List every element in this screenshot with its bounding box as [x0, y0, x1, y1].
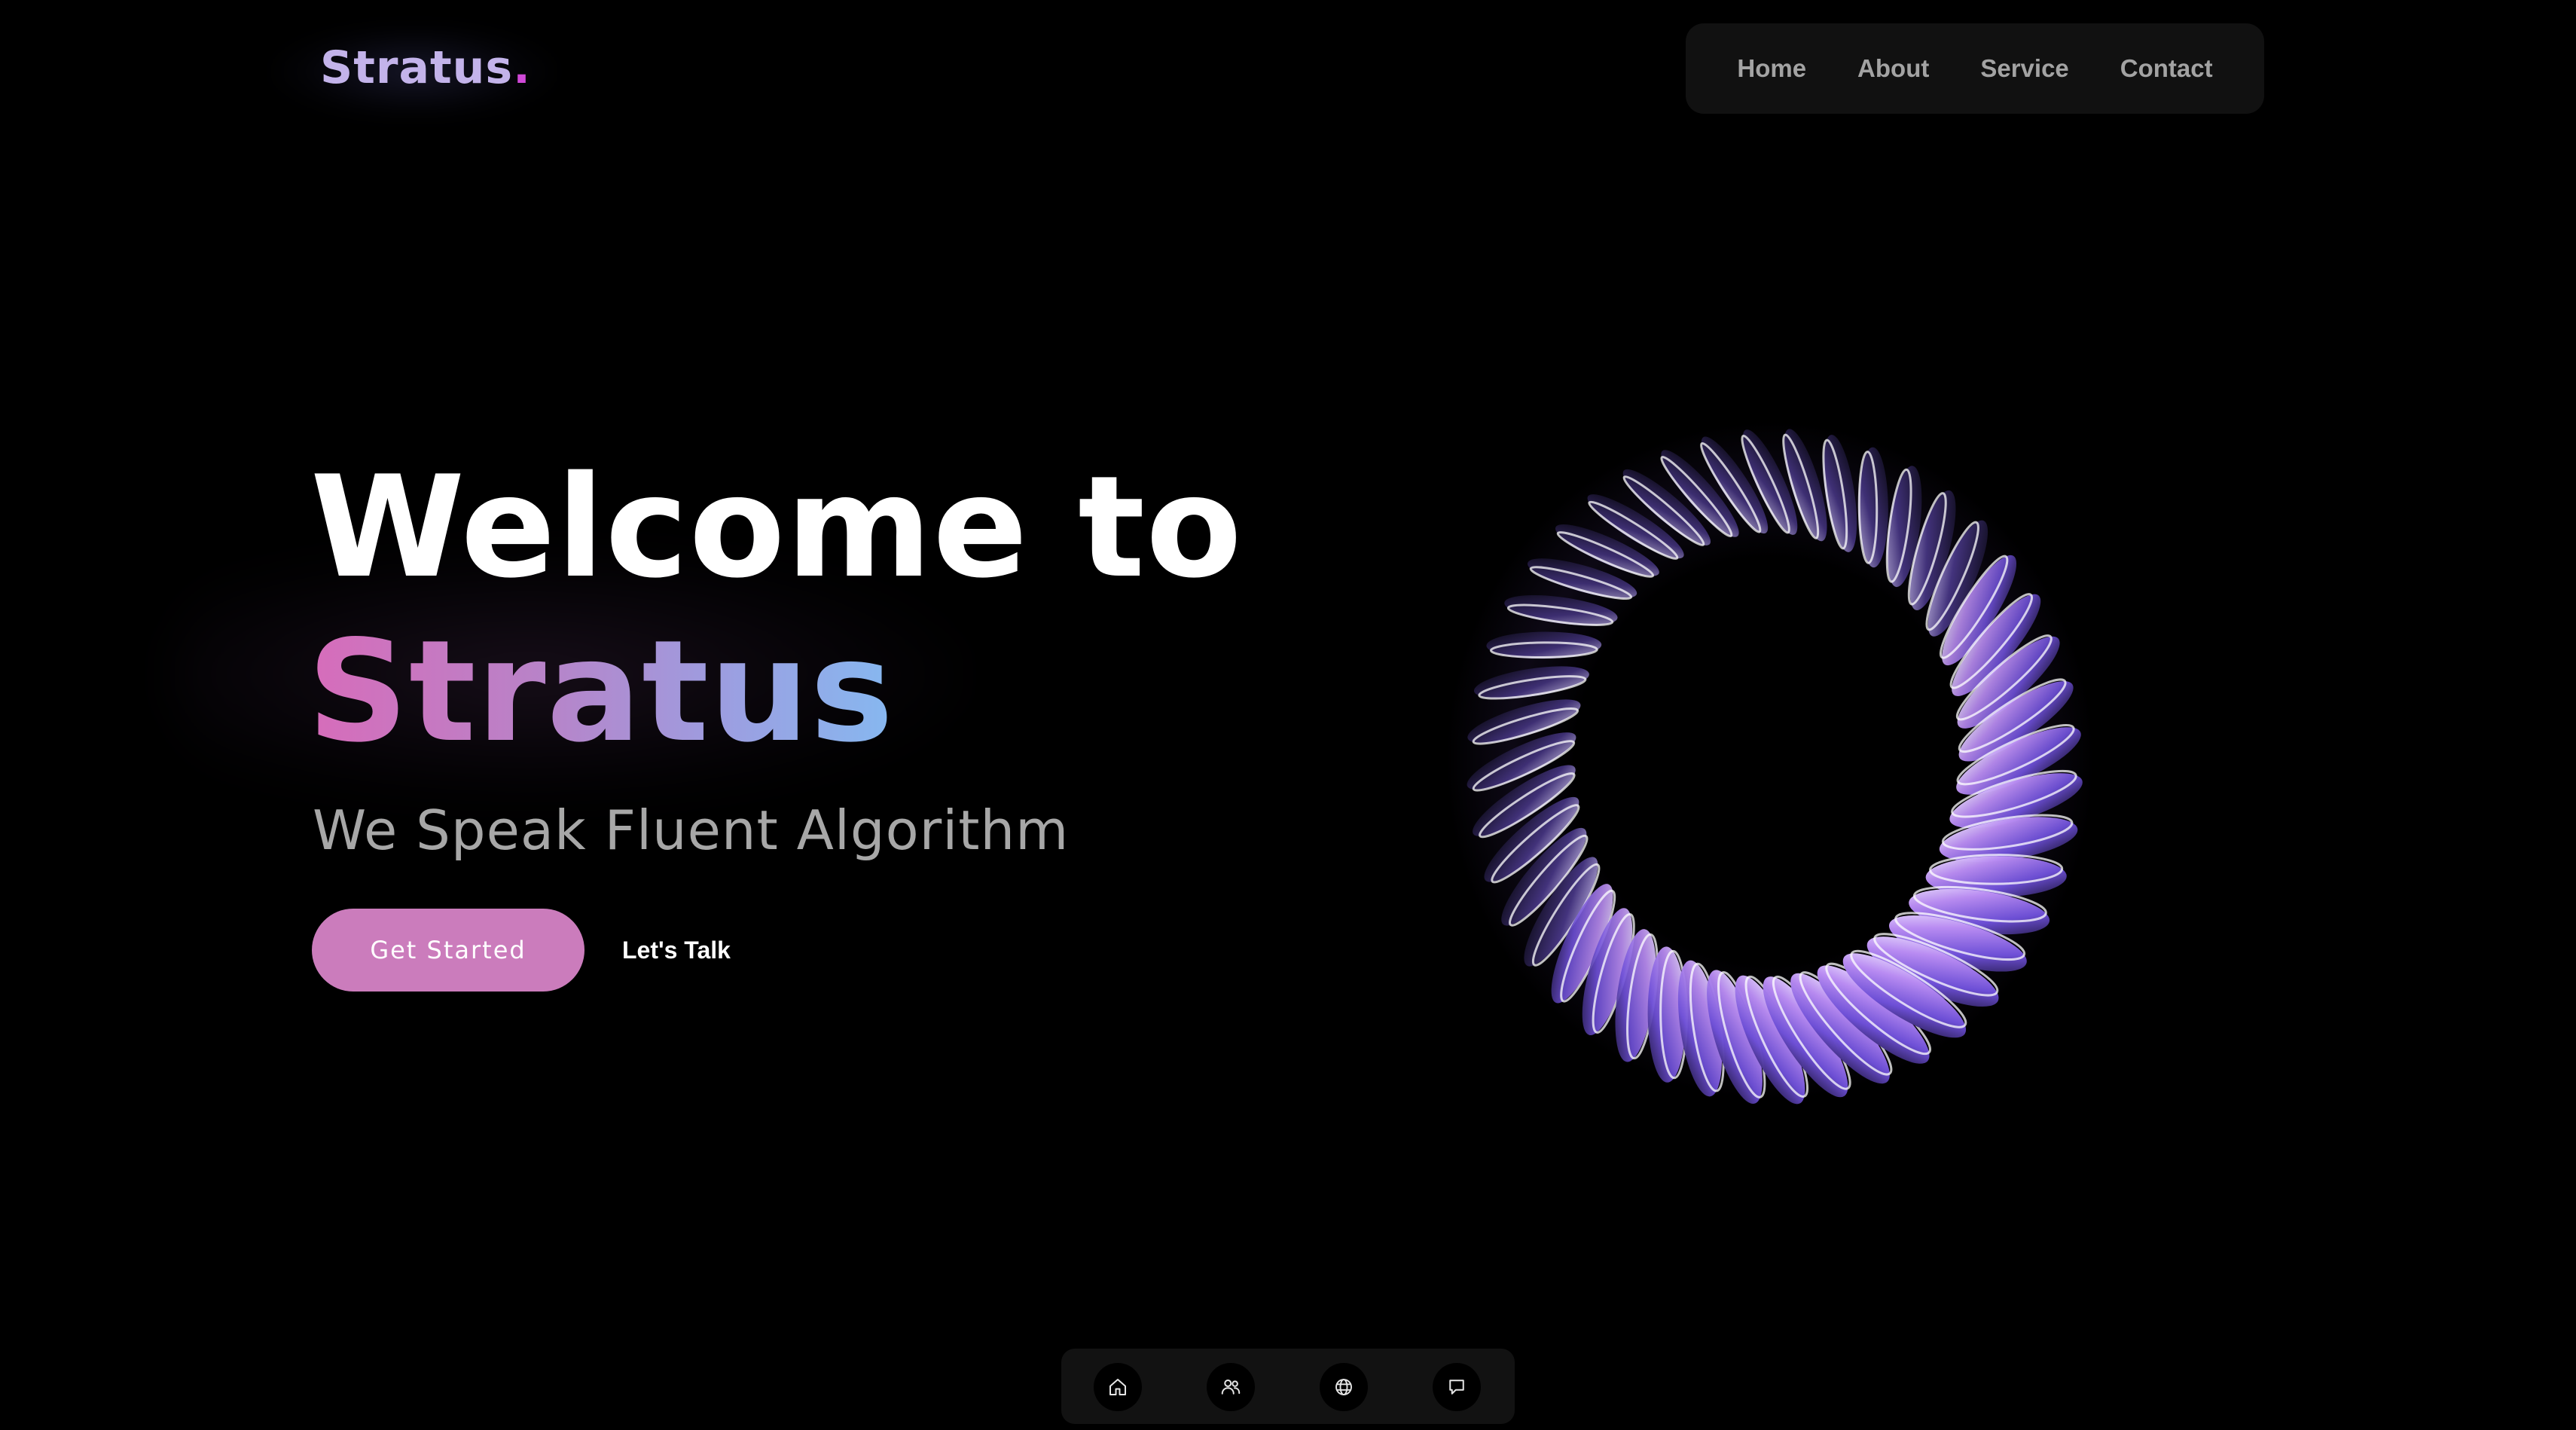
top-nav: Home About Service Contact [1686, 23, 2264, 114]
hero-title: Welcome to [310, 445, 1243, 609]
ring-illustration [1446, 422, 2094, 1105]
nav-item-home[interactable]: Home [1711, 54, 1832, 83]
users-icon [1221, 1380, 1241, 1395]
hero-tagline: We Speak Fluent Algorithm [313, 799, 1070, 862]
logo-word: Stratus [320, 41, 514, 94]
home-icon [1109, 1379, 1126, 1395]
nav-item-contact[interactable]: Contact [2095, 54, 2239, 83]
globe-icon [1335, 1379, 1352, 1395]
landing-page: Stratus. Home About Service Contact Welc… [0, 0, 2576, 1430]
dock-team-button[interactable] [1207, 1363, 1255, 1411]
message-icon [1449, 1380, 1464, 1395]
nav-item-service[interactable]: Service [1955, 54, 2094, 83]
bottom-dock [1061, 1349, 1515, 1424]
dock-services-button[interactable] [1320, 1363, 1368, 1411]
dock-contact-button[interactable] [1433, 1363, 1481, 1411]
hero-brand-name: Stratus [307, 610, 895, 773]
get-started-button[interactable]: Get Started [312, 909, 584, 992]
logo-dot: . [513, 41, 531, 94]
dock-home-button[interactable] [1094, 1363, 1142, 1411]
lets-talk-button[interactable]: Let's Talk [622, 909, 731, 992]
nav-item-about[interactable]: About [1832, 54, 1955, 83]
logo[interactable]: Stratus. [320, 38, 531, 98]
